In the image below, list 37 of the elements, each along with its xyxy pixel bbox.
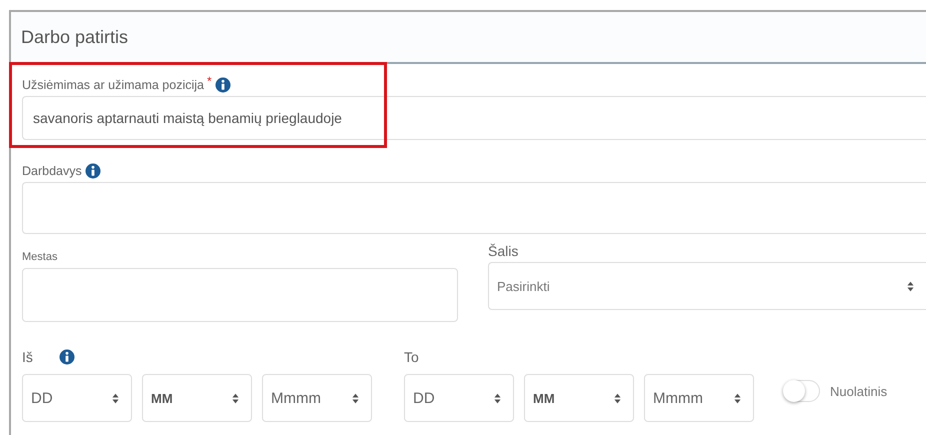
info-icon[interactable]: [84, 163, 101, 179]
section-title: Darbo patirtis: [21, 26, 128, 48]
toggle-label: Nuolatinis: [830, 384, 888, 398]
select-placeholder: Mmmm: [271, 390, 321, 406]
date-select[interactable]: DD: [404, 374, 514, 422]
info-icon[interactable]: [58, 349, 75, 365]
input-field[interactable]: [22, 182, 926, 234]
select-field[interactable]: Pasirinkti: [488, 262, 926, 310]
info-icon[interactable]: [214, 77, 231, 93]
field-label: Iš: [22, 349, 33, 365]
sort-caret-icon: [112, 392, 119, 404]
field-label: Užsiėmimas ar užimama pozicija: [22, 78, 204, 92]
date-select[interactable]: Mmmm: [262, 374, 372, 422]
sort-caret-icon: [907, 280, 914, 292]
select-placeholder: MM: [151, 390, 173, 406]
sort-caret-icon: [232, 392, 239, 404]
input-field[interactable]: [22, 268, 458, 322]
sort-caret-icon: [734, 392, 741, 404]
required-mark: *: [207, 74, 212, 88]
sort-caret-icon: [614, 392, 621, 404]
field-label: Šalis: [488, 243, 518, 259]
select-placeholder: DD: [413, 390, 435, 406]
select-placeholder: MM: [533, 390, 555, 406]
sort-caret-icon: [494, 392, 501, 404]
date-select[interactable]: MM: [142, 374, 252, 422]
field-label: To: [404, 349, 419, 365]
date-select[interactable]: DD: [22, 374, 132, 422]
field-label: Darbdavys: [22, 164, 82, 178]
select-placeholder: Mmmm: [653, 390, 703, 406]
date-select[interactable]: Mmmm: [644, 374, 754, 422]
sort-caret-icon: [352, 392, 359, 404]
input-field[interactable]: savanoris aptarnauti maistą benamių prieglaudoje: [22, 96, 926, 140]
date-select[interactable]: MM: [524, 374, 634, 422]
field-label: Mestas: [22, 251, 58, 263]
toggle-switch[interactable]: [784, 380, 820, 402]
select-placeholder: DD: [31, 390, 53, 406]
select-placeholder: Pasirinkti: [497, 278, 550, 294]
